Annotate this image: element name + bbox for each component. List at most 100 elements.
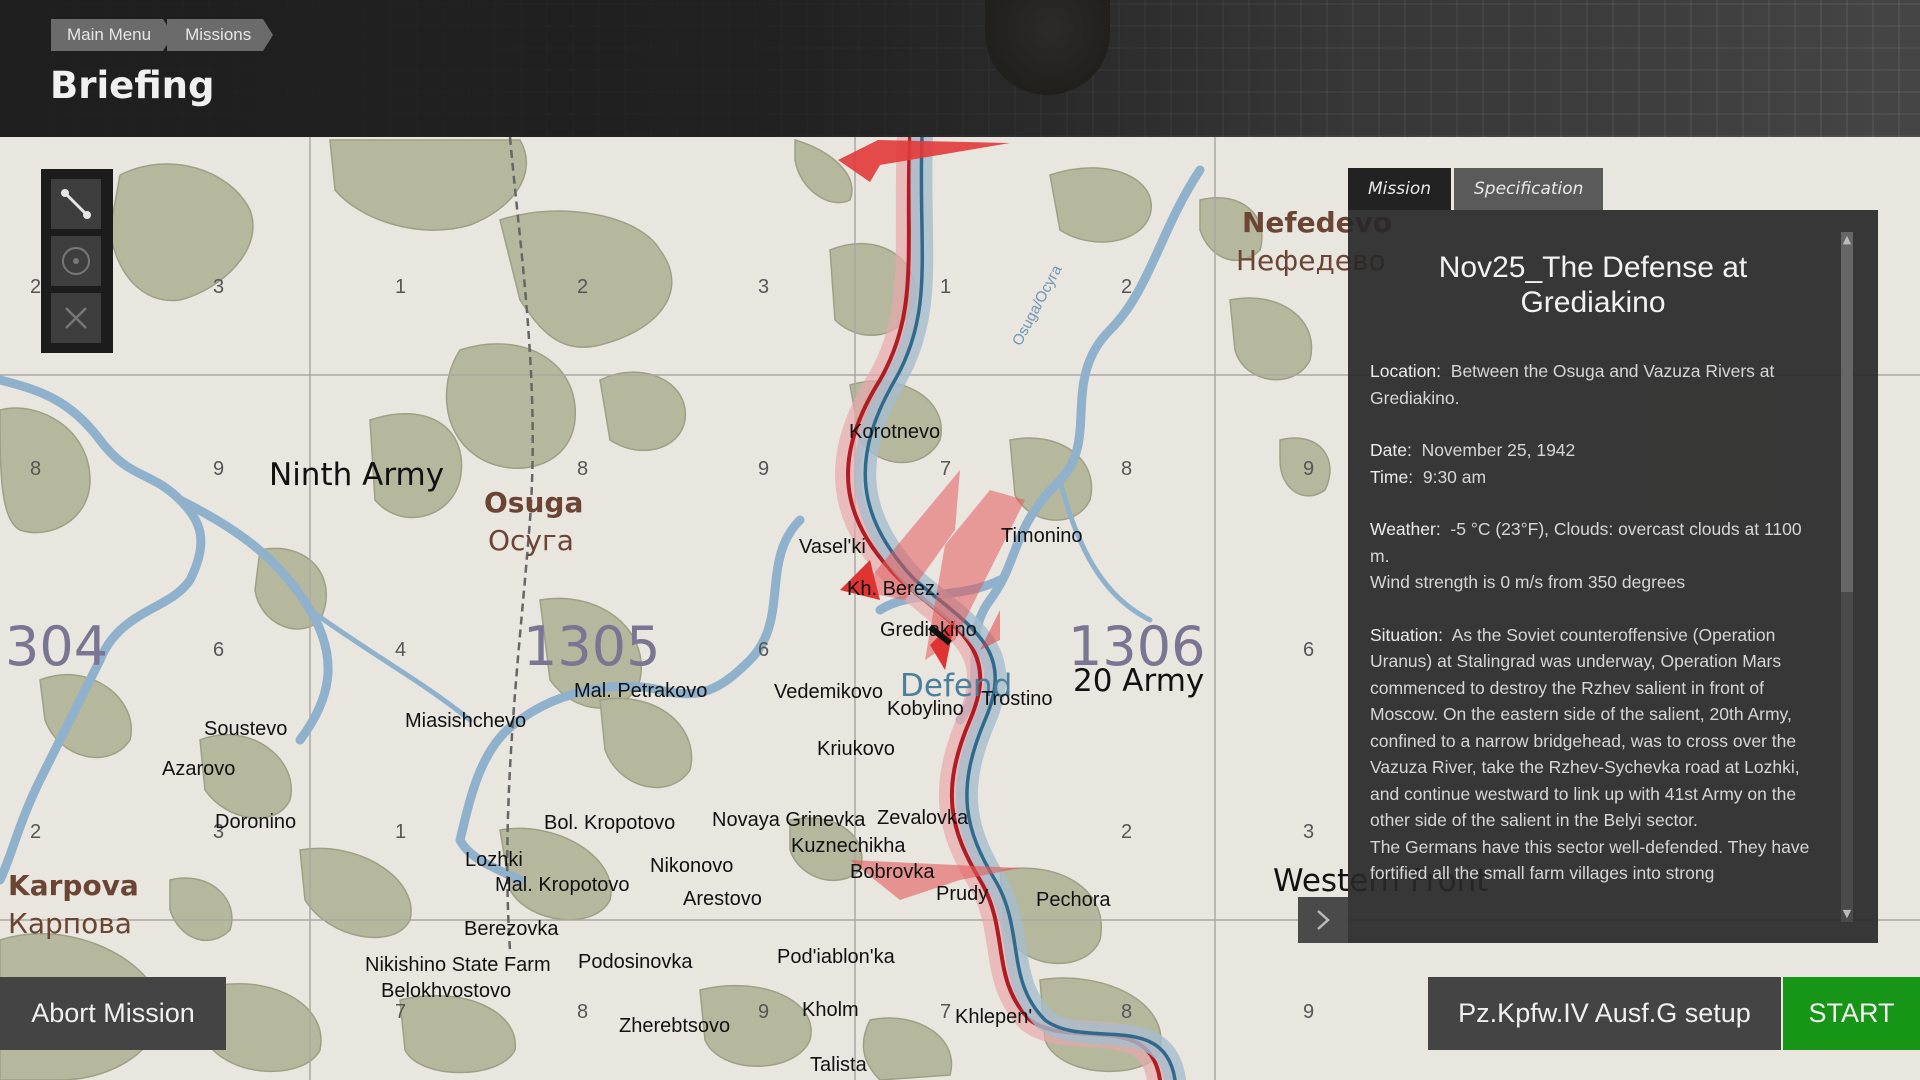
scroll-down-icon[interactable]: ▼ [1841,906,1853,922]
grid-number: 9 [1303,1001,1315,1023]
village-label: Nikonovo [650,855,734,877]
wind-value: Wind strength is 0 m/s from 350 degrees [1370,572,1686,592]
village-label: Berezovka [464,918,559,940]
village-label: Zherebtsovo [619,1015,731,1037]
village-label: Bol. Kropotovo [544,812,676,834]
grid-number: 7 [395,1001,407,1023]
delete-tool-button[interactable] [51,293,101,343]
village-label: Novaya Grinevka [712,809,866,831]
grid-number: 2 [1121,821,1133,843]
briefing-scrollbar[interactable]: ▲ ▼ [1841,232,1853,922]
grid-number: 3 [213,276,225,298]
ruler-icon [61,189,91,219]
breadcrumb-missions[interactable]: Missions [167,19,274,51]
briefing-panel: Nov25_The Defense at Grediakino Location… [1348,210,1878,943]
grid-number: 2 [30,821,42,843]
village-label: Trostino [981,688,1053,710]
weather-label: Weather: [1370,519,1441,539]
time-value: 9:30 am [1422,466,1487,487]
situation-label: Situation: [1370,624,1443,645]
tab-specification[interactable]: Specification [1454,168,1604,210]
village-label: Kholm [802,999,859,1021]
village-label: Belokhvostovo [381,980,512,1002]
village-label: Grediakino [880,619,977,641]
grid-number: 9 [213,458,225,480]
village-label: Nikishino State Farm [365,954,551,976]
army-label-ninth: Ninth Army [269,457,445,493]
village-label: Talista [810,1054,867,1076]
map-tools-panel [41,169,113,353]
grid-number: 3 [758,276,770,298]
page-title: Briefing [50,64,215,107]
village-label: Lozhki [465,849,523,871]
grid-number: 3 [1303,821,1315,843]
village-label: Bobrovka [850,861,935,883]
city-karpova: Karpova [8,869,139,902]
grid-number: 8 [577,1001,589,1023]
tab-mission[interactable]: Mission [1348,168,1452,210]
village-label: Doronino [215,811,297,833]
village-label: Soustevo [204,718,288,740]
city-osuga: Osuga [484,486,584,519]
village-label: Kh. Berez. [847,578,941,600]
date-label: Date: [1370,440,1412,460]
grid-number: 8 [1121,458,1133,480]
village-label: Mal. Petrakovo [574,680,708,702]
scroll-up-icon[interactable]: ▲ [1841,232,1853,248]
grid-number: 9 [758,1001,770,1023]
location-label: Location: [1370,361,1442,381]
situation-text: As the Soviet counteroffensive (Operatio… [1370,624,1800,831]
village-label: Prudy [936,883,989,905]
city-karpova-ru: Карпова [8,907,132,940]
village-label: Azarovo [162,758,236,780]
grid-number: 6 [213,639,225,661]
grid-number: 1 [940,276,952,298]
village-label: Kuznechikha [791,835,906,857]
village-label: Kriukovo [817,738,895,760]
city-osuga-ru: Осуга [488,524,574,557]
ruler-tool-button[interactable] [51,179,101,229]
grid-number: 9 [1303,458,1315,480]
village-label: Khlepen' [955,1006,1033,1028]
grid-number: 2 [1121,276,1133,298]
breadcrumb: Main Menu Missions [51,19,274,51]
village-label: Miasishchevo [405,710,527,732]
village-label: Timonino [1001,525,1083,547]
village-label: Kobylino [887,698,964,720]
grid-number: 2 [30,276,42,298]
grid-number: 7 [940,1001,952,1023]
grid-number: 8 [1121,1001,1133,1023]
village-label: Vasel'ki [799,536,866,558]
grid-number: 6 [1303,639,1315,661]
briefing-text[interactable]: Location: Between the Osuga and Vazuza R… [1370,358,1816,918]
grid-number: 6 [758,639,770,661]
header-bar: Main Menu Missions Briefing [0,0,1920,137]
chevron-right-icon [1317,910,1330,930]
grid-number: 1 [395,821,407,843]
circle-tool-button[interactable] [51,236,101,286]
vehicle-setup-button[interactable]: Pz.Kpfw.IV Ausf.G setup [1428,977,1781,1050]
village-label: Pechora [1036,889,1111,911]
village-label: Pod'iablon'ka [777,946,895,968]
grid-number: 8 [577,458,589,480]
sector-number: 1305 [523,615,661,678]
briefing-tabs: Mission Specification [1348,168,1606,210]
grid-number: 9 [758,458,770,480]
mission-title: Nov25_The Defense at Grediakino [1438,251,1748,319]
grid-number: 8 [30,458,42,480]
circle-icon [62,247,90,275]
village-label: Podosinovka [578,951,693,973]
village-label: Zevalovka [877,807,969,829]
grid-number: 2 [577,276,589,298]
grid-number: 7 [940,458,952,480]
collapse-panel-button[interactable] [1298,897,1348,943]
time-label: Time: [1370,466,1414,487]
village-label: Korotnevo [849,421,941,443]
start-button[interactable]: START [1783,977,1920,1050]
sector-number: 304 [5,615,109,678]
delete-icon [65,307,87,329]
breadcrumb-main-menu[interactable]: Main Menu [51,19,174,51]
abort-mission-button[interactable]: Abort Mission [0,977,226,1050]
scrollbar-thumb[interactable] [1841,232,1853,592]
village-label: Arestovo [683,888,762,910]
